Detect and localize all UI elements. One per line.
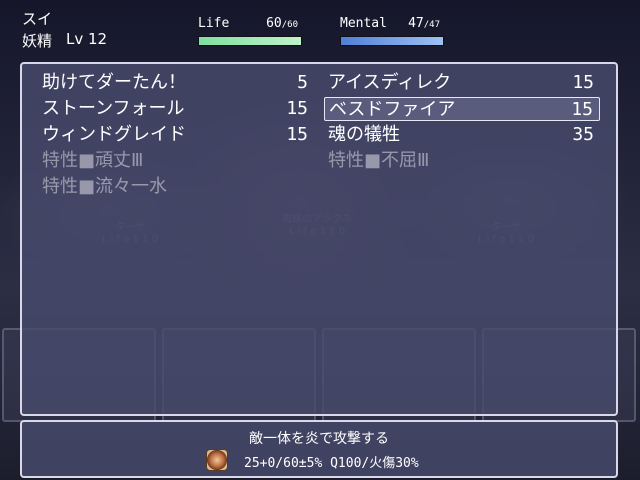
skill-item[interactable]: ウィンドグレイド 15 <box>38 123 314 147</box>
mental-bar <box>340 36 444 46</box>
skill-stats: 25+0/60±5% Q100/火傷30% <box>244 456 419 471</box>
mental-bar-fill <box>341 37 443 45</box>
life-bar <box>198 36 302 46</box>
mental-max: /47 <box>423 20 440 30</box>
actor-level: Lv 12 <box>66 30 108 48</box>
life-label: Life <box>198 16 230 31</box>
life-value: 60/60 <box>266 16 298 31</box>
skill-cost: 15 <box>572 72 594 93</box>
skill-name: 助けてダーたん！ <box>42 72 186 93</box>
skill-item[interactable]: 特性■頑丈Ⅲ <box>38 149 314 173</box>
skill-name: ストーンフォール <box>42 98 185 119</box>
skill-name: 魂の犠牲 <box>328 124 400 145</box>
skill-item[interactable]: アイスディレク 15 <box>324 71 600 95</box>
mental-current: 47 <box>408 16 424 31</box>
skill-name: 特性■流々一水 <box>42 176 168 197</box>
actor-status-bar: スイ 妖精 Lv 12 Life 60/60 Mental 47/47 <box>0 0 640 58</box>
life-current: 60 <box>266 16 282 31</box>
skill-name: アイスディレク <box>328 72 452 93</box>
skill-list-window: 助けてダーたん！ 5 アイスディレク 15 ストーンフォール 15 ベスドファイア 15 ウィン… <box>20 62 618 416</box>
fire-spell-icon <box>206 449 228 471</box>
life-bar-fill <box>199 37 301 45</box>
skill-description: 敵一体を炎で攻撃する <box>249 431 389 447</box>
skill-item[interactable]: 特性■流々一水 <box>38 175 314 199</box>
skill-cost: 5 <box>297 72 308 93</box>
life-max: /60 <box>281 20 298 30</box>
help-window: 敵一体を炎で攻撃する 25+0/60±5% Q100/火傷30% <box>20 420 618 478</box>
skill-item[interactable]: 助けてダーたん！ 5 <box>38 71 314 95</box>
skill-item[interactable]: 魂の犠牲 35 <box>324 123 600 147</box>
skill-cost: 15 <box>286 98 308 119</box>
mental-label: Mental <box>340 16 387 31</box>
skill-item[interactable]: 特性■不屈Ⅲ <box>324 149 600 173</box>
actor-class: 妖精 <box>22 32 53 50</box>
skill-cost: 15 <box>571 99 593 120</box>
skill-cost: 35 <box>572 124 594 145</box>
mental-value: 47/47 <box>408 16 440 31</box>
skill-name: ウィンドグレイド <box>42 124 186 145</box>
skill-name: 特性■頑丈Ⅲ <box>42 150 144 171</box>
skill-cost: 15 <box>286 124 308 145</box>
skill-name: ベスドファイア <box>329 99 456 120</box>
skill-name: 特性■不屈Ⅲ <box>328 150 430 171</box>
skill-item[interactable]: ストーンフォール 15 <box>38 97 314 121</box>
skill-item[interactable]: ベスドファイア 15 <box>324 97 600 121</box>
actor-name: スイ <box>22 10 53 28</box>
